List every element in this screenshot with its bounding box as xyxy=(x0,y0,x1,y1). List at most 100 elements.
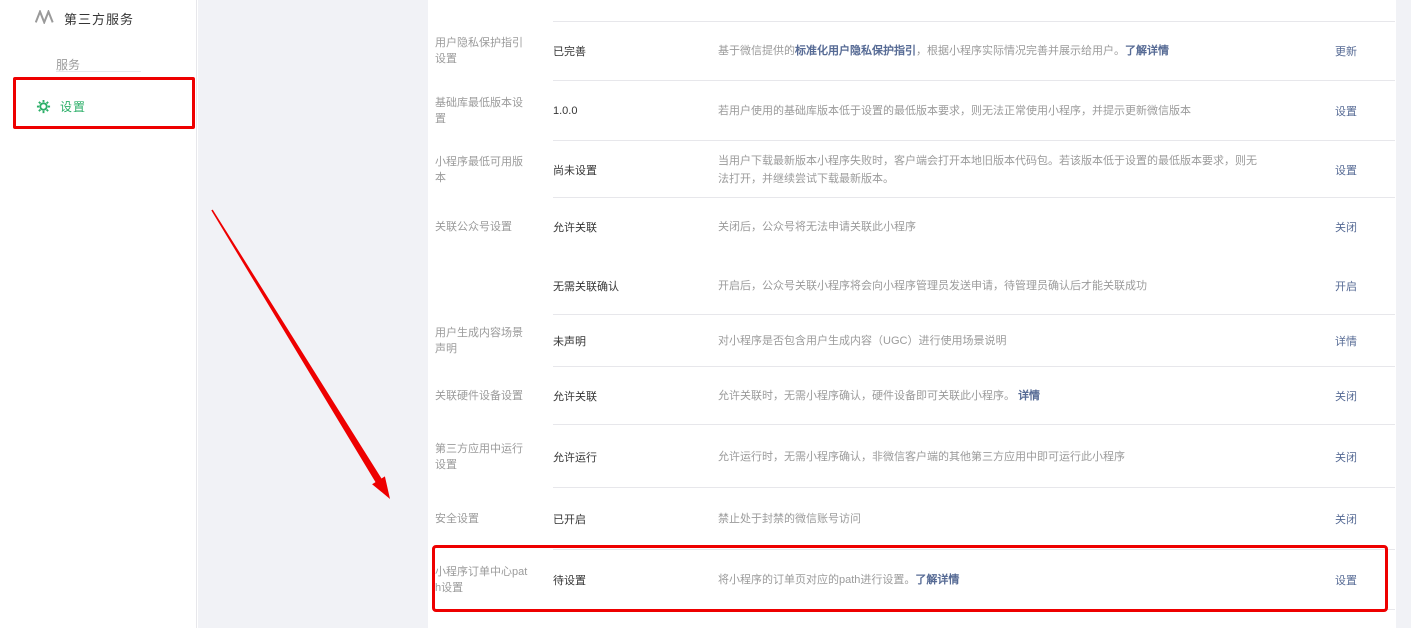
table-subrow: 待设置 将小程序的订单页对应的path进行设置。了解详情 设置 xyxy=(531,550,1395,610)
setting-description: 基于微信提供的标准化用户隐私保护指引，根据小程序实际情况完善并展示给用户。了解详… xyxy=(718,42,1277,60)
inline-link[interactable]: 了解详情 xyxy=(915,574,959,586)
action-link[interactable]: 设置 xyxy=(1335,165,1357,177)
action-link[interactable]: 开启 xyxy=(1335,281,1357,293)
setting-label: 第三方应用中运行设置 xyxy=(435,425,531,488)
setting-action-cell: 关闭 xyxy=(1277,449,1395,465)
setting-label: 安全设置 xyxy=(435,488,531,550)
table-subrow: 未声明 对小程序是否包含用户生成内容（UGC）进行使用场景说明 详情 xyxy=(531,315,1395,367)
sidebar-brand: 第三方服务 xyxy=(35,9,134,28)
table-row: 小程序最低可用版本 尚未设置 当用户下载最新版本小程序失败时，客户端会打开本地旧… xyxy=(428,141,1395,198)
description-text: 当用户下载最新版本小程序失败时，客户端会打开本地旧版本代码包。若该版本低于设置的… xyxy=(718,155,1257,185)
setting-action-cell: 关闭 xyxy=(1277,219,1395,235)
action-link[interactable]: 关闭 xyxy=(1335,222,1357,234)
setting-label: 用户隐私保护指引设置 xyxy=(435,21,531,81)
setting-subrows: 未声明 对小程序是否包含用户生成内容（UGC）进行使用场景说明 详情 xyxy=(531,315,1395,367)
setting-action-cell: 设置 xyxy=(1277,572,1395,588)
setting-subrows: 待设置 将小程序的订单页对应的path进行设置。了解详情 设置 xyxy=(531,550,1395,610)
description-text: 若用户使用的基础库版本低于设置的最低版本要求，则无法正常使用小程序，并提示更新微… xyxy=(718,105,1191,117)
sidebar-item-label: 设置 xyxy=(60,98,86,115)
setting-action-cell: 详情 xyxy=(1277,333,1395,349)
setting-action-cell: 更新 xyxy=(1277,43,1395,59)
table-subrow: 允许关联 允许关联时，无需小程序确认，硬件设备即可关联此小程序。 详情 关闭 xyxy=(531,367,1395,425)
setting-action-cell: 关闭 xyxy=(1277,388,1395,404)
background-right-gap xyxy=(1396,0,1411,628)
setting-action-cell: 设置 xyxy=(1277,103,1395,119)
table-row: 关联公众号设置 允许关联 关闭后，公众号将无法申请关联此小程序 关闭 无需关联确… xyxy=(428,198,1395,315)
sidebar-item-settings[interactable]: 设置 xyxy=(36,98,86,115)
setting-description: 当用户下载最新版本小程序失败时，客户端会打开本地旧版本代码包。若该版本低于设置的… xyxy=(718,152,1277,188)
table-row: 关联硬件设备设置 允许关联 允许关联时，无需小程序确认，硬件设备即可关联此小程序… xyxy=(428,367,1395,425)
setting-status: 待设置 xyxy=(553,572,718,588)
table-subrow: 已开启 禁止处于封禁的微信账号访问 关闭 xyxy=(531,488,1395,550)
inline-link[interactable]: 标准化用户隐私保护指引 xyxy=(795,45,916,57)
description-text: 允许运行时，无需小程序确认，非微信客户端的其他第三方应用中即可运行此小程序 xyxy=(718,451,1125,463)
setting-subrows: 尚未设置 当用户下载最新版本小程序失败时，客户端会打开本地旧版本代码包。若该版本… xyxy=(531,141,1395,198)
setting-status: 尚未设置 xyxy=(553,162,718,178)
setting-description: 若用户使用的基础库版本低于设置的最低版本要求，则无法正常使用小程序，并提示更新微… xyxy=(718,102,1277,120)
sidebar: 第三方服务 服务 设置 xyxy=(0,0,197,628)
setting-description: 开启后，公众号关联小程序将会向小程序管理员发送申请，待管理员确认后才能关联成功 xyxy=(718,277,1277,295)
table-subrow: 尚未设置 当用户下载最新版本小程序失败时，客户端会打开本地旧版本代码包。若该版本… xyxy=(531,141,1395,198)
setting-label: 用户生成内容场景声明 xyxy=(435,315,531,367)
description-text: 对小程序是否包含用户生成内容（UGC）进行使用场景说明 xyxy=(718,335,1006,347)
settings-table: 用户隐私保护指引设置 已完善 基于微信提供的标准化用户隐私保护指引，根据小程序实… xyxy=(428,21,1395,610)
setting-description: 禁止处于封禁的微信账号访问 xyxy=(718,510,1277,528)
setting-subrows: 已开启 禁止处于封禁的微信账号访问 关闭 xyxy=(531,488,1395,550)
action-link[interactable]: 详情 xyxy=(1335,336,1357,348)
table-subrow: 已完善 基于微信提供的标准化用户隐私保护指引，根据小程序实际情况完善并展示给用户… xyxy=(531,21,1395,81)
table-subrow: 无需关联确认 开启后，公众号关联小程序将会向小程序管理员发送申请，待管理员确认后… xyxy=(531,257,1395,316)
action-link[interactable]: 关闭 xyxy=(1335,391,1357,403)
setting-subrows: 已完善 基于微信提供的标准化用户隐私保护指引，根据小程序实际情况完善并展示给用户… xyxy=(531,21,1395,81)
setting-status: 未声明 xyxy=(553,333,718,349)
inline-link[interactable]: 详情 xyxy=(1018,390,1040,402)
description-text: 禁止处于封禁的微信账号访问 xyxy=(718,513,861,525)
setting-action-cell: 开启 xyxy=(1277,278,1395,294)
setting-subrows: 允许运行 允许运行时，无需小程序确认，非微信客户端的其他第三方应用中即可运行此小… xyxy=(531,425,1395,488)
setting-label: 小程序订单中心path设置 xyxy=(435,550,531,610)
setting-label: 基础库最低版本设置 xyxy=(435,81,531,141)
setting-subrows: 允许关联 关闭后，公众号将无法申请关联此小程序 关闭 无需关联确认 开启后，公众… xyxy=(531,198,1395,315)
description-text: 将小程序的订单页对应的path进行设置。 xyxy=(718,574,915,586)
setting-subrows: 1.0.0 若用户使用的基础库版本低于设置的最低版本要求，则无法正常使用小程序，… xyxy=(531,81,1395,141)
table-row: 小程序订单中心path设置 待设置 将小程序的订单页对应的path进行设置。了解… xyxy=(428,550,1395,610)
setting-description: 对小程序是否包含用户生成内容（UGC）进行使用场景说明 xyxy=(718,332,1277,350)
sidebar-divider xyxy=(56,71,141,72)
action-link[interactable]: 更新 xyxy=(1335,46,1357,58)
setting-label: 小程序最低可用版本 xyxy=(435,141,531,198)
setting-label: 关联公众号设置 xyxy=(435,198,531,256)
table-row: 基础库最低版本设置 1.0.0 若用户使用的基础库版本低于设置的最低版本要求，则… xyxy=(428,81,1395,141)
action-link[interactable]: 关闭 xyxy=(1335,514,1357,526)
action-link[interactable]: 关闭 xyxy=(1335,452,1357,464)
table-subrow: 允许运行 允许运行时，无需小程序确认，非微信客户端的其他第三方应用中即可运行此小… xyxy=(531,425,1395,488)
table-subrow: 允许关联 关闭后，公众号将无法申请关联此小程序 关闭 xyxy=(531,198,1395,257)
inline-link[interactable]: 了解详情 xyxy=(1125,45,1169,57)
third-party-platform-logo-icon xyxy=(35,10,55,27)
setting-description: 允许关联时，无需小程序确认，硬件设备即可关联此小程序。 详情 xyxy=(718,387,1277,405)
setting-description: 关闭后，公众号将无法申请关联此小程序 xyxy=(718,218,1277,236)
setting-status: 无需关联确认 xyxy=(553,278,718,294)
setting-subrows: 允许关联 允许关联时，无需小程序确认，硬件设备即可关联此小程序。 详情 关闭 xyxy=(531,367,1395,425)
description-text: 关闭后，公众号将无法申请关联此小程序 xyxy=(718,221,916,233)
description-text: 允许关联时，无需小程序确认，硬件设备即可关联此小程序。 xyxy=(718,390,1018,402)
setting-status: 1.0.0 xyxy=(553,105,718,117)
table-row: 第三方应用中运行设置 允许运行 允许运行时，无需小程序确认，非微信客户端的其他第… xyxy=(428,425,1395,488)
table-subrow: 1.0.0 若用户使用的基础库版本低于设置的最低版本要求，则无法正常使用小程序，… xyxy=(531,81,1395,141)
setting-description: 允许运行时，无需小程序确认，非微信客户端的其他第三方应用中即可运行此小程序 xyxy=(718,448,1277,466)
sidebar-brand-title: 第三方服务 xyxy=(64,9,134,28)
background-gap xyxy=(198,0,428,628)
table-row: 用户生成内容场景声明 未声明 对小程序是否包含用户生成内容（UGC）进行使用场景… xyxy=(428,315,1395,367)
setting-action-cell: 关闭 xyxy=(1277,511,1395,527)
setting-action-cell: 设置 xyxy=(1277,162,1395,178)
description-text: 基于微信提供的 xyxy=(718,45,795,57)
setting-status: 允许关联 xyxy=(553,388,718,404)
setting-status: 已完善 xyxy=(553,43,718,59)
table-row: 安全设置 已开启 禁止处于封禁的微信账号访问 关闭 xyxy=(428,488,1395,550)
setting-label: 关联硬件设备设置 xyxy=(435,367,531,425)
setting-status: 已开启 xyxy=(553,511,718,527)
action-link[interactable]: 设置 xyxy=(1335,106,1357,118)
setting-description: 将小程序的订单页对应的path进行设置。了解详情 xyxy=(718,571,1277,589)
description-text: 开启后，公众号关联小程序将会向小程序管理员发送申请，待管理员确认后才能关联成功 xyxy=(718,280,1147,292)
table-row: 用户隐私保护指引设置 已完善 基于微信提供的标准化用户隐私保护指引，根据小程序实… xyxy=(428,21,1395,81)
action-link[interactable]: 设置 xyxy=(1335,575,1357,587)
description-text: ，根据小程序实际情况完善并展示给用户。 xyxy=(916,45,1125,57)
